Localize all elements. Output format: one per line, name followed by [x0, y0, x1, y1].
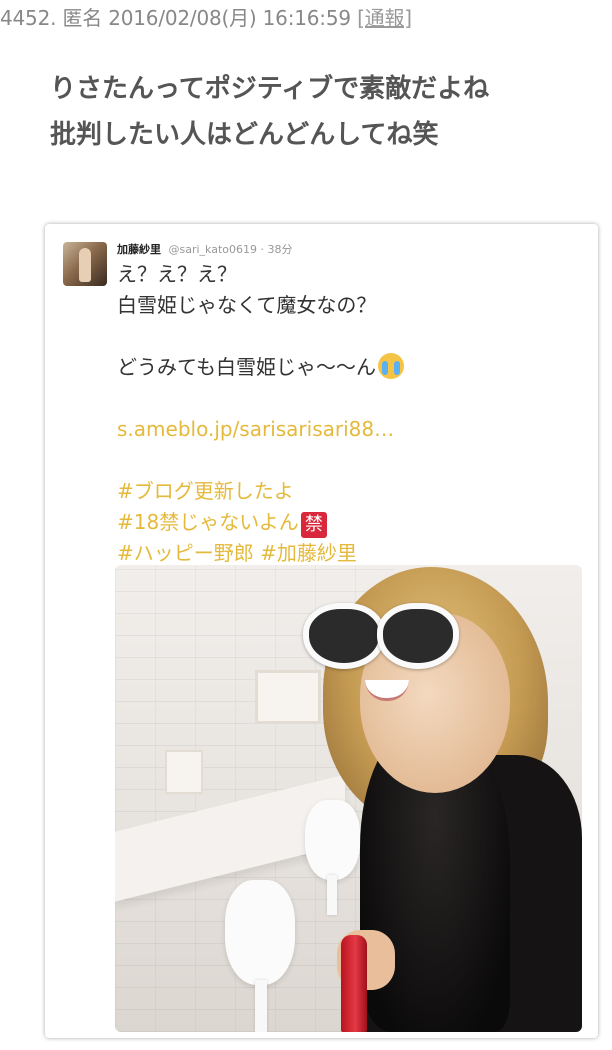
hashtag[interactable]: #ハッピー野郎 #加藤紗里	[117, 541, 357, 565]
crying-face-icon	[378, 353, 404, 379]
sunglasses-lens	[377, 603, 459, 669]
photo-chair	[305, 800, 360, 880]
hashtag-row: #18禁じゃないよん禁	[117, 507, 587, 538]
post-header: 4452. 匿名 2016/02/08(月) 16:16:59 [通報]	[0, 2, 412, 32]
photo-drink-bottle	[341, 935, 367, 1032]
post-body: りさたんってポジティブで素敵だよね 批判したい人はどんどんしてね笑	[50, 66, 610, 158]
photo-chair	[225, 880, 295, 985]
post-datetime: 2016/02/08(月) 16:16:59	[108, 6, 351, 30]
report-link[interactable]: [通報]	[357, 6, 412, 30]
tweet-photo[interactable]	[115, 565, 582, 1032]
post-body-line: 批判したい人はどんどんしてね笑	[50, 120, 439, 150]
tweet-handle-time: @sari_kato0619 · 38分	[168, 243, 293, 256]
hashtag[interactable]: #18禁じゃないよん	[117, 510, 299, 534]
prohibited-badge-icon: 禁	[300, 512, 327, 538]
avatar-figure	[79, 248, 91, 282]
hashtag[interactable]: #ブログ更新したよ	[117, 479, 294, 503]
hashtag-row: #ブログ更新したよ	[117, 476, 587, 507]
tweet-line: どうみても白雪姫じゃ〜〜ん	[117, 355, 376, 379]
tweet-link-row: s.ameblo.jp/sarisarisari88…	[117, 414, 587, 445]
tweet-link[interactable]: s.ameblo.jp/sarisarisari88…	[117, 417, 394, 441]
avatar[interactable]	[63, 242, 107, 286]
tweet-author-name[interactable]: 加藤紗里	[117, 243, 161, 256]
photo-chair-stem	[255, 980, 267, 1032]
photo-chair-stem	[327, 875, 337, 915]
page: 4452. 匿名 2016/02/08(月) 16:16:59 [通報] りさた…	[0, 0, 612, 1050]
tweet-author: 加藤紗里 @sari_kato0619 · 38分	[117, 241, 293, 257]
post-body-line: りさたんってポジティブで素敵だよね	[50, 74, 490, 104]
tweet-line: 白雪姫じゃなくて魔女なの？	[117, 293, 377, 317]
post-number: 4452.	[0, 6, 57, 30]
tweet-line: え？え？え？	[117, 262, 237, 286]
tweet-text: え？え？え？ 白雪姫じゃなくて魔女なの？ どうみても白雪姫じゃ〜〜ん s.ame…	[117, 259, 587, 569]
photo-wall-frame	[165, 750, 203, 794]
tweet-line-with-emoji: どうみても白雪姫じゃ〜〜ん	[117, 352, 587, 383]
embedded-tweet: 加藤紗里 @sari_kato0619 · 38分 え？え？え？ 白雪姫じゃなく…	[45, 224, 598, 1038]
sunglasses-lens	[303, 603, 385, 669]
post-author: 匿名	[62, 6, 103, 30]
photo-wall-frame	[255, 670, 321, 724]
